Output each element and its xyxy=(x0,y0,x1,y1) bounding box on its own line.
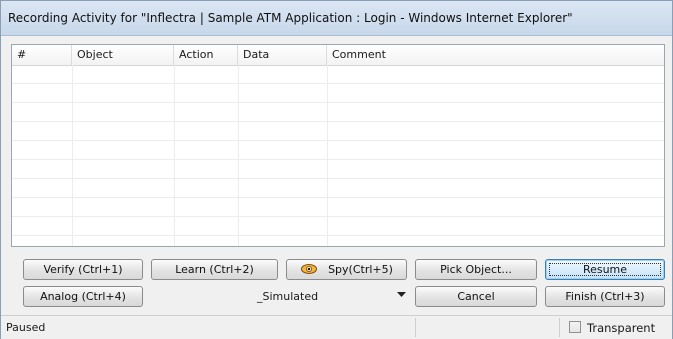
chevron-down-icon xyxy=(397,292,406,297)
empty-row xyxy=(12,141,664,160)
resume-button[interactable]: Resume xyxy=(545,259,665,280)
analog-button[interactable]: Analog (Ctrl+4) xyxy=(23,286,143,307)
empty-row xyxy=(12,65,664,84)
play-mode-value: _Simulated xyxy=(257,290,319,303)
play-mode-dropdown[interactable]: _Simulated xyxy=(215,286,410,307)
status-divider xyxy=(415,318,416,337)
empty-row xyxy=(12,84,664,103)
title-bar[interactable]: Recording Activity for "Inflectra | Samp… xyxy=(1,1,672,36)
pick-object-button[interactable]: Pick Object... xyxy=(415,259,537,280)
recorded-actions-grid[interactable]: # Object Action Data Comment xyxy=(11,44,665,247)
finish-button[interactable]: Finish (Ctrl+3) xyxy=(545,286,665,307)
empty-row xyxy=(12,198,664,217)
column-header-data[interactable]: Data xyxy=(238,45,327,65)
status-divider xyxy=(559,318,560,337)
cancel-button[interactable]: Cancel xyxy=(415,286,537,307)
status-text: Paused xyxy=(6,321,46,334)
empty-row xyxy=(12,179,664,198)
grid-body xyxy=(12,65,664,246)
empty-row xyxy=(12,236,664,246)
spy-button[interactable]: Spy(Ctrl+5) xyxy=(286,259,407,280)
eye-icon xyxy=(301,264,318,274)
grid-header: # Object Action Data Comment xyxy=(12,45,664,66)
status-bar: Paused Transparent xyxy=(1,315,672,339)
empty-row xyxy=(12,160,664,179)
window-title: Recording Activity for "Inflectra | Samp… xyxy=(8,11,573,25)
empty-row xyxy=(12,122,664,141)
spy-button-label: Spy(Ctrl+5) xyxy=(328,263,393,276)
recording-activity-window: Recording Activity for "Inflectra | Samp… xyxy=(0,0,673,339)
empty-row xyxy=(12,103,664,122)
column-header-action[interactable]: Action xyxy=(174,45,238,65)
verify-button[interactable]: Verify (Ctrl+1) xyxy=(23,259,143,280)
transparent-checkbox[interactable] xyxy=(569,321,581,333)
column-header-object[interactable]: Object xyxy=(72,45,174,65)
column-header-number[interactable]: # xyxy=(12,45,72,65)
column-header-comment[interactable]: Comment xyxy=(327,45,664,65)
empty-row xyxy=(12,217,664,236)
transparent-label: Transparent xyxy=(587,321,656,335)
focus-rectangle xyxy=(549,263,661,276)
learn-button[interactable]: Learn (Ctrl+2) xyxy=(151,259,278,280)
